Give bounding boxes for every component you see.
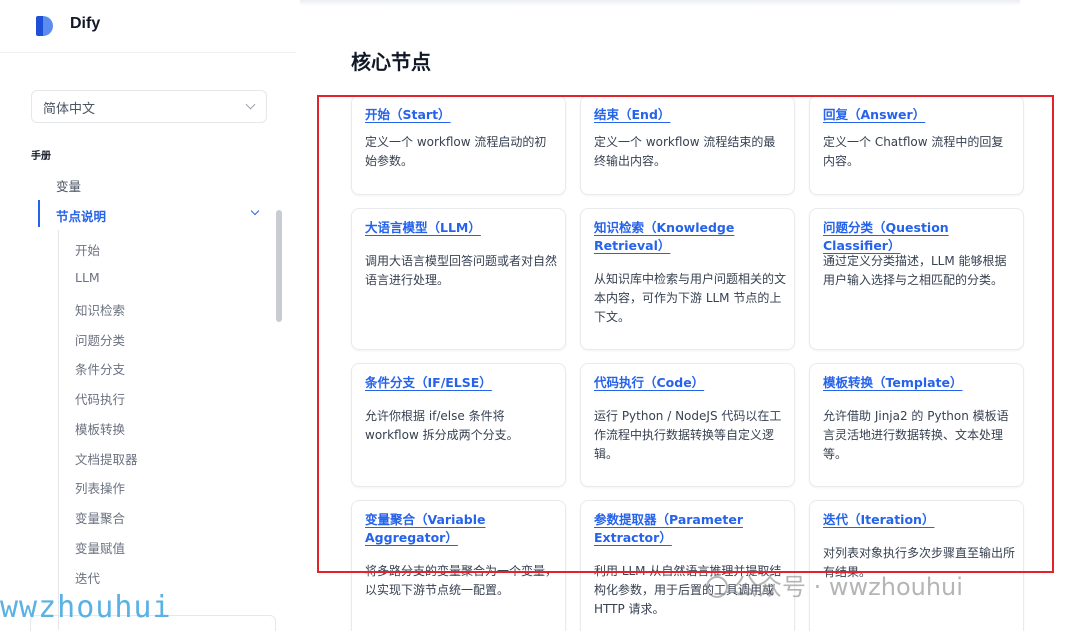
card-description: 允许借助 Jinja2 的 Python 模板语言灵活地进行数据转换、文本处理等… (823, 409, 1009, 461)
card-title[interactable]: 参数提取器（Parameter Extractor） (594, 511, 784, 547)
card-description: 将多路分支的变量聚合为一个变量，以实现下游节点统一配置。 (365, 564, 558, 597)
node-card[interactable]: 条件分支（IF/ELSE） 允许你根据 if/else 条件将 workflow… (351, 363, 566, 487)
sidebar-subitem-classifier[interactable]: 问题分类 (75, 330, 125, 349)
card-title[interactable]: 开始（Start） (365, 106, 555, 124)
node-card[interactable]: 迭代（Iteration） 对列表对象执行多次步骤直至输出所有结果。 (809, 500, 1024, 631)
card-title[interactable]: 问题分类（Question Classifier） (823, 219, 1013, 255)
sidebar-subitem-ifelse[interactable]: 条件分支 (75, 359, 125, 378)
card-title[interactable]: 迭代（Iteration） (823, 511, 1013, 529)
page-title: 核心节点 (351, 50, 431, 74)
card-description: 从知识库中检索与用户问题相关的文本内容，可作为下游 LLM 节点的上下文。 (594, 272, 787, 324)
sidebar-subitem-assigner[interactable]: 变量赋值 (75, 538, 125, 557)
node-card[interactable]: 知识检索（Knowledge Retrieval） 从知识库中检索与用户问题相关… (580, 208, 795, 350)
card-title[interactable]: 回复（Answer） (823, 106, 1013, 124)
node-card[interactable]: 结束（End） 定义一个 workflow 流程结束的最终输出内容。 (580, 95, 795, 195)
header-shadow (300, 0, 1020, 6)
node-card[interactable]: 变量聚合（Variable Aggregator） 将多路分支的变量聚合为一个变… (351, 500, 566, 631)
node-card[interactable]: 大语言模型（LLM） 调用大语言模型回答问题或者对自然语言进行处理。 (351, 208, 566, 350)
sidebar-subitem-knowledge[interactable]: 知识检索 (75, 300, 125, 319)
watermark-wechat: 公众号 · wwzhouhui (706, 567, 963, 602)
sidebar-scrollbar[interactable] (276, 210, 282, 322)
sidebar-subitem-start[interactable]: 开始 (75, 240, 100, 259)
dify-logo-icon[interactable] (36, 16, 54, 36)
sidebar-section-label: 手册 (31, 151, 51, 162)
active-indicator (38, 200, 40, 227)
sidebar-subitem-list-op[interactable]: 列表操作 (75, 478, 125, 497)
card-title[interactable]: 知识检索（Knowledge Retrieval） (594, 219, 784, 255)
watermark-wechat-text: 公众号 · wwzhouhui (734, 573, 963, 601)
card-description: 定义一个 Chatflow 流程中的回复内容。 (823, 135, 1004, 168)
card-title[interactable]: 结束（End） (594, 106, 784, 124)
sidebar-subitem-code[interactable]: 代码执行 (75, 389, 125, 408)
card-title[interactable]: 变量聚合（Variable Aggregator） (365, 511, 555, 547)
node-card[interactable]: 参数提取器（Parameter Extractor） 利用 LLM 从自然语言推… (580, 500, 795, 631)
node-card[interactable]: 回复（Answer） 定义一个 Chatflow 流程中的回复内容。 (809, 95, 1024, 195)
language-select[interactable]: 简体中文 (31, 90, 267, 123)
sidebar-item-variables[interactable]: 变量 (56, 176, 81, 195)
node-card[interactable]: 模板转换（Template） 允许借助 Jinja2 的 Python 模板语言… (809, 363, 1024, 487)
card-title[interactable]: 模板转换（Template） (823, 374, 1013, 392)
card-description: 允许你根据 if/else 条件将 workflow 拆分成两个分支。 (365, 409, 519, 442)
node-card[interactable]: 问题分类（Question Classifier） 通过定义分类描述，LLM 能… (809, 208, 1024, 350)
sidebar-subitem-llm[interactable]: LLM (75, 270, 100, 285)
watermark-text: wwzhouhui (0, 590, 172, 625)
card-description: 定义一个 workflow 流程启动的初始参数。 (365, 135, 547, 168)
node-card[interactable]: 开始（Start） 定义一个 workflow 流程启动的初始参数。 (351, 95, 566, 195)
card-description: 定义一个 workflow 流程结束的最终输出内容。 (594, 135, 776, 168)
card-title[interactable]: 条件分支（IF/ELSE） (365, 374, 555, 392)
top-bar: Dify (0, 0, 1080, 52)
sidebar-subitem-iteration[interactable]: 迭代 (75, 568, 100, 587)
wechat-icon (706, 576, 728, 598)
app-name[interactable]: Dify (70, 15, 100, 33)
sidebar: 简体中文 手册 (0, 52, 296, 631)
card-description: 运行 Python / NodeJS 代码以在工作流程中执行数据转换等自定义逻辑… (594, 409, 782, 461)
card-description: 调用大语言模型回答问题或者对自然语言进行处理。 (365, 254, 558, 287)
sidebar-subitem-aggregator[interactable]: 变量聚合 (75, 508, 125, 527)
sub-nav-guide-line (58, 230, 59, 630)
card-title[interactable]: 大语言模型（LLM） (365, 219, 555, 237)
card-description: 通过定义分类描述，LLM 能够根据用户输入选择与之相匹配的分类。 (823, 254, 1007, 287)
sidebar-item-nodes[interactable]: 节点说明 (56, 206, 106, 225)
chevron-down-icon (245, 99, 256, 110)
node-card[interactable]: 代码执行（Code） 运行 Python / NodeJS 代码以在工作流程中执… (580, 363, 795, 487)
card-title[interactable]: 代码执行（Code） (594, 374, 784, 392)
language-select-value: 简体中文 (43, 102, 96, 117)
sidebar-subitem-doc-extractor[interactable]: 文档提取器 (75, 449, 138, 468)
sidebar-subitem-template[interactable]: 模板转换 (75, 419, 125, 438)
